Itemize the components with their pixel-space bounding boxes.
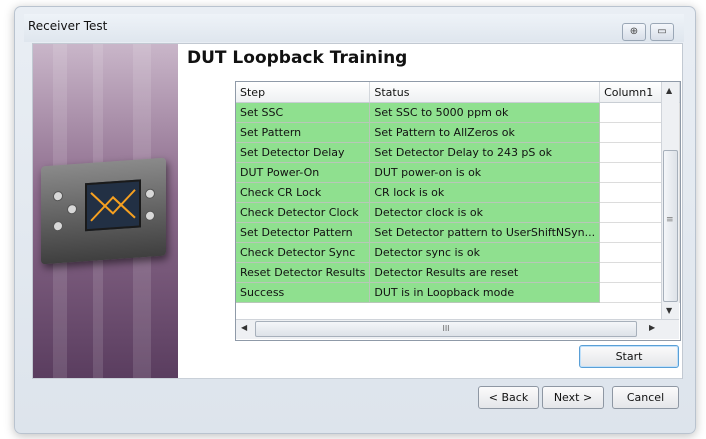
restore-icon[interactable]: ▭ [650,23,674,41]
vertical-scroll-thumb[interactable]: ≡ [663,150,678,302]
column-header-status[interactable]: Status [369,82,601,103]
table-row[interactable]: Set SSC Set SSC to 5000 ppm ok [236,102,680,123]
step-cell: Check Detector Clock [236,202,371,223]
table-row[interactable]: Set Detector Pattern Set Detector patter… [236,222,680,243]
scroll-right-icon[interactable]: ▶ [649,323,655,332]
help-icon[interactable]: ⊕ [622,23,646,41]
status-cell: Set Detector pattern to UserShiftNSyn... [369,222,601,243]
table-row[interactable]: Set Pattern Set Pattern to AllZeros ok [236,122,680,143]
steps-table-container[interactable]: Step Status Column1 Set SSC Set SSC to 5… [235,81,681,341]
title-bar [24,14,684,42]
status-cell: DUT power-on is ok [369,162,601,183]
table-row[interactable]: Check Detector Clock Detector clock is o… [236,202,680,223]
window-title: Receiver Test [28,19,108,33]
step-cell: Reset Detector Results [236,262,371,283]
instrument-image [41,157,166,265]
status-cell: Set Detector Delay to 243 pS ok [369,142,601,163]
table-row[interactable]: Set Detector Delay Set Detector Delay to… [236,142,680,163]
vertical-grip: ≡ [666,215,674,225]
scroll-up-icon[interactable]: ▲ [666,86,672,95]
side-banner [33,44,178,378]
table-row[interactable]: Success DUT is in Loopback mode [236,282,680,303]
knob-icon [67,203,77,215]
step-cell: Check CR Lock [236,182,371,203]
status-cell: Set Pattern to AllZeros ok [369,122,601,143]
status-cell: Set SSC to 5000 ppm ok [369,102,601,123]
step-cell: DUT Power-On [236,162,371,183]
step-cell: Check Detector Sync [236,242,371,263]
cancel-button[interactable]: Cancel [612,386,679,409]
step-cell: Set Pattern [236,122,371,143]
back-button[interactable]: < Back [478,386,539,409]
step-cell: Success [236,282,371,303]
instrument-screen [85,179,141,232]
table-row[interactable]: DUT Power-On DUT power-on is ok [236,162,680,183]
knob-icon [53,190,63,202]
horizontal-scroll-thumb[interactable]: III [255,321,637,337]
next-button[interactable]: Next > [542,386,604,409]
status-cell: CR lock is ok [369,182,601,203]
column-header-step[interactable]: Step [236,82,371,103]
step-cell: Set Detector Pattern [236,222,371,243]
status-cell: Detector Results are reset [369,262,601,283]
scroll-left-icon[interactable]: ◀ [241,323,247,332]
start-button[interactable]: Start [579,345,679,368]
knob-icon [53,220,63,232]
scroll-down-icon[interactable]: ▼ [666,306,672,315]
knob-icon [145,188,155,200]
table-header-row: Step Status Column1 [236,82,680,103]
status-cell: DUT is in Loopback mode [369,282,601,303]
knob-icon [145,210,155,222]
step-cell: Set SSC [236,102,371,123]
page-title: DUT Loopback Training [187,48,408,68]
step-cell: Set Detector Delay [236,142,371,163]
table-row[interactable]: Check CR Lock CR lock is ok [236,182,680,203]
table-row[interactable]: Reset Detector Results Detector Results … [236,262,680,283]
steps-table: Step Status Column1 Set SSC Set SSC to 5… [236,82,680,303]
footer-divider [33,378,682,379]
status-cell: Detector sync is ok [369,242,601,263]
table-row[interactable]: Check Detector Sync Detector sync is ok [236,242,680,263]
status-cell: Detector clock is ok [369,202,601,223]
